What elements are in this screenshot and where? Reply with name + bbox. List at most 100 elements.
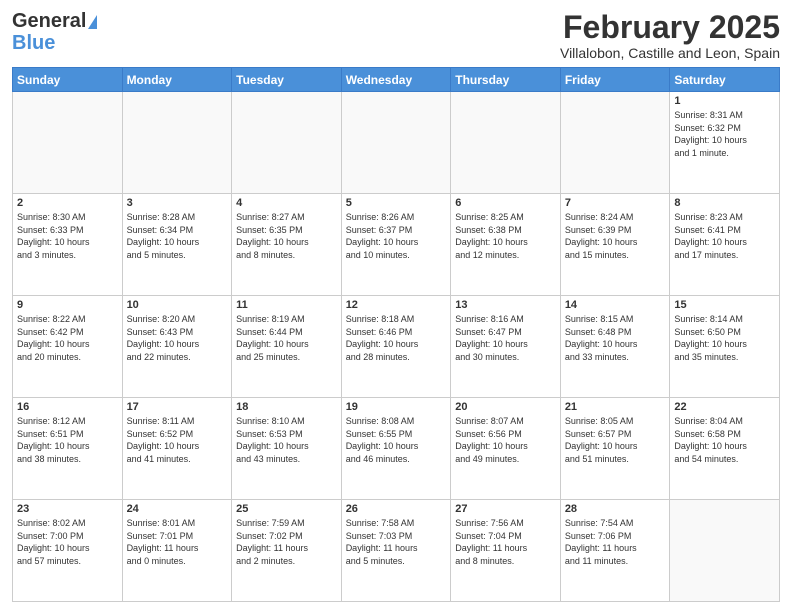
day-info: Sunrise: 8:25 AM Sunset: 6:38 PM Dayligh… <box>455 211 556 261</box>
day-info: Sunrise: 8:22 AM Sunset: 6:42 PM Dayligh… <box>17 313 118 363</box>
header-thursday: Thursday <box>451 68 561 92</box>
calendar-header-row: Sunday Monday Tuesday Wednesday Thursday… <box>13 68 780 92</box>
day-info: Sunrise: 8:10 AM Sunset: 6:53 PM Dayligh… <box>236 415 337 465</box>
day-info: Sunrise: 8:02 AM Sunset: 7:00 PM Dayligh… <box>17 517 118 567</box>
day-info: Sunrise: 8:04 AM Sunset: 6:58 PM Dayligh… <box>674 415 775 465</box>
calendar-week-4: 23 Sunrise: 8:02 AM Sunset: 7:00 PM Dayli… <box>13 500 780 602</box>
day-info: Sunrise: 8:24 AM Sunset: 6:39 PM Dayligh… <box>565 211 666 261</box>
day-number: 12 <box>346 299 447 311</box>
day-info: Sunrise: 7:59 AM Sunset: 7:02 PM Dayligh… <box>236 517 337 567</box>
calendar-cell: 19 Sunrise: 8:08 AM Sunset: 6:55 PM Dayli… <box>341 398 451 500</box>
header-tuesday: Tuesday <box>232 68 342 92</box>
calendar-cell: 1 Sunrise: 8:31 AM Sunset: 6:32 PM Daylig… <box>670 92 780 194</box>
day-number: 18 <box>236 401 337 413</box>
day-number: 6 <box>455 197 556 209</box>
calendar-cell <box>451 92 561 194</box>
day-number: 19 <box>346 401 447 413</box>
calendar-cell: 8 Sunrise: 8:23 AM Sunset: 6:41 PM Daylig… <box>670 194 780 296</box>
calendar-week-1: 2Sunrise: 8:30 AM Sunset: 6:33 PM Daylig… <box>13 194 780 296</box>
day-info: Sunrise: 8:31 AM Sunset: 6:32 PM Dayligh… <box>674 109 775 159</box>
day-info: Sunrise: 8:28 AM Sunset: 6:34 PM Dayligh… <box>127 211 228 261</box>
month-title: February 2025 <box>560 10 780 45</box>
day-number: 27 <box>455 503 556 515</box>
calendar-cell: 7Sunrise: 8:24 AM Sunset: 6:39 PM Daylig… <box>560 194 670 296</box>
day-number: 11 <box>236 299 337 311</box>
day-info: Sunrise: 7:54 AM Sunset: 7:06 PM Dayligh… <box>565 517 666 567</box>
day-number: 24 <box>127 503 228 515</box>
day-number: 21 <box>565 401 666 413</box>
header-saturday: Saturday <box>670 68 780 92</box>
calendar-cell: 27 Sunrise: 7:56 AM Sunset: 7:04 PM Dayli… <box>451 500 561 602</box>
calendar-cell: 10 Sunrise: 8:20 AM Sunset: 6:43 PM Dayli… <box>122 296 232 398</box>
day-number: 28 <box>565 503 666 515</box>
calendar-cell: 22 Sunrise: 8:04 AM Sunset: 6:58 PM Dayli… <box>670 398 780 500</box>
calendar-cell <box>560 92 670 194</box>
calendar-cell <box>341 92 451 194</box>
calendar-cell: 3 Sunrise: 8:28 AM Sunset: 6:34 PM Daylig… <box>122 194 232 296</box>
calendar-cell: 28 Sunrise: 7:54 AM Sunset: 7:06 PM Dayli… <box>560 500 670 602</box>
calendar-cell: 21Sunrise: 8:05 AM Sunset: 6:57 PM Dayli… <box>560 398 670 500</box>
day-number: 20 <box>455 401 556 413</box>
day-number: 25 <box>236 503 337 515</box>
calendar-cell: 9 Sunrise: 8:22 AM Sunset: 6:42 PM Daylig… <box>13 296 123 398</box>
day-info: Sunrise: 8:07 AM Sunset: 6:56 PM Dayligh… <box>455 415 556 465</box>
day-number: 23 <box>17 503 118 515</box>
title-block: February 2025 Villalobon, Castille and L… <box>560 10 780 61</box>
day-info: Sunrise: 8:30 AM Sunset: 6:33 PM Dayligh… <box>17 211 118 261</box>
calendar-cell: 17 Sunrise: 8:11 AM Sunset: 6:52 PM Dayli… <box>122 398 232 500</box>
calendar-cell: 15Sunrise: 8:14 AM Sunset: 6:50 PM Dayli… <box>670 296 780 398</box>
day-number: 15 <box>674 299 775 311</box>
calendar-cell: 12 Sunrise: 8:18 AM Sunset: 6:46 PM Dayli… <box>341 296 451 398</box>
header-wednesday: Wednesday <box>341 68 451 92</box>
logo: General Blue <box>12 10 97 54</box>
day-info: Sunrise: 8:23 AM Sunset: 6:41 PM Dayligh… <box>674 211 775 261</box>
day-number: 10 <box>127 299 228 311</box>
day-number: 4 <box>236 197 337 209</box>
calendar-cell: 11 Sunrise: 8:19 AM Sunset: 6:44 PM Dayli… <box>232 296 342 398</box>
calendar-table: Sunday Monday Tuesday Wednesday Thursday… <box>12 67 780 602</box>
day-number: 14 <box>565 299 666 311</box>
day-info: Sunrise: 8:20 AM Sunset: 6:43 PM Dayligh… <box>127 313 228 363</box>
calendar-cell: 14 Sunrise: 8:15 AM Sunset: 6:48 PM Dayli… <box>560 296 670 398</box>
day-info: Sunrise: 7:58 AM Sunset: 7:03 PM Dayligh… <box>346 517 447 567</box>
day-number: 1 <box>674 95 775 107</box>
day-number: 17 <box>127 401 228 413</box>
calendar-cell <box>122 92 232 194</box>
day-number: 13 <box>455 299 556 311</box>
day-number: 26 <box>346 503 447 515</box>
day-number: 22 <box>674 401 775 413</box>
header-sunday: Sunday <box>13 68 123 92</box>
day-number: 8 <box>674 197 775 209</box>
day-info: Sunrise: 8:19 AM Sunset: 6:44 PM Dayligh… <box>236 313 337 363</box>
calendar-cell: 18 Sunrise: 8:10 AM Sunset: 6:53 PM Dayli… <box>232 398 342 500</box>
day-info: Sunrise: 8:11 AM Sunset: 6:52 PM Dayligh… <box>127 415 228 465</box>
calendar-cell: 6 Sunrise: 8:25 AM Sunset: 6:38 PM Daylig… <box>451 194 561 296</box>
calendar-cell: 5Sunrise: 8:26 AM Sunset: 6:37 PM Daylig… <box>341 194 451 296</box>
calendar-cell: 20 Sunrise: 8:07 AM Sunset: 6:56 PM Dayli… <box>451 398 561 500</box>
calendar-cell: 16Sunrise: 8:12 AM Sunset: 6:51 PM Dayli… <box>13 398 123 500</box>
day-info: Sunrise: 7:56 AM Sunset: 7:04 PM Dayligh… <box>455 517 556 567</box>
calendar-cell <box>670 500 780 602</box>
calendar-week-0: 1 Sunrise: 8:31 AM Sunset: 6:32 PM Daylig… <box>13 92 780 194</box>
logo-blue: Blue <box>12 32 97 54</box>
header-monday: Monday <box>122 68 232 92</box>
logo-general: General <box>12 10 86 32</box>
page: General Blue February 2025 Villalobon, C… <box>0 0 792 612</box>
calendar-cell: 25 Sunrise: 7:59 AM Sunset: 7:02 PM Dayli… <box>232 500 342 602</box>
day-number: 9 <box>17 299 118 311</box>
day-info: Sunrise: 8:01 AM Sunset: 7:01 PM Dayligh… <box>127 517 228 567</box>
logo-icon <box>88 15 97 29</box>
day-info: Sunrise: 8:12 AM Sunset: 6:51 PM Dayligh… <box>17 415 118 465</box>
calendar-cell: 23 Sunrise: 8:02 AM Sunset: 7:00 PM Dayli… <box>13 500 123 602</box>
day-info: Sunrise: 8:15 AM Sunset: 6:48 PM Dayligh… <box>565 313 666 363</box>
location-subtitle: Villalobon, Castille and Leon, Spain <box>560 45 780 61</box>
day-info: Sunrise: 8:08 AM Sunset: 6:55 PM Dayligh… <box>346 415 447 465</box>
day-info: Sunrise: 8:16 AM Sunset: 6:47 PM Dayligh… <box>455 313 556 363</box>
header-friday: Friday <box>560 68 670 92</box>
calendar-cell: 26 Sunrise: 7:58 AM Sunset: 7:03 PM Dayli… <box>341 500 451 602</box>
day-info: Sunrise: 8:18 AM Sunset: 6:46 PM Dayligh… <box>346 313 447 363</box>
calendar-cell: 4Sunrise: 8:27 AM Sunset: 6:35 PM Daylig… <box>232 194 342 296</box>
calendar-cell: 13 Sunrise: 8:16 AM Sunset: 6:47 PM Dayli… <box>451 296 561 398</box>
day-number: 3 <box>127 197 228 209</box>
calendar-cell: 24 Sunrise: 8:01 AM Sunset: 7:01 PM Dayli… <box>122 500 232 602</box>
